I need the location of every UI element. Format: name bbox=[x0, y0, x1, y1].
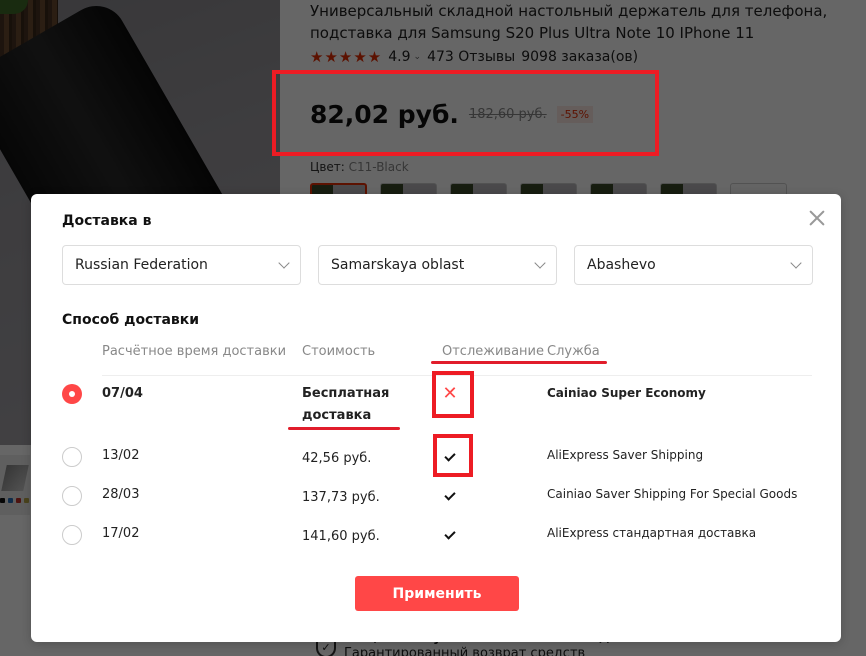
location-selects: Russian Federation Samarskaya oblast Aba… bbox=[62, 245, 813, 285]
shipping-cost: 42,56 руб. bbox=[302, 451, 372, 466]
shipping-option-row[interactable]: 07/04 Бесплатная доставка ✕ Cainiao Supe… bbox=[31, 376, 841, 423]
shipping-service: AliExpress стандартная доставка bbox=[547, 526, 757, 540]
shipping-service: AliExpress Saver Shipping bbox=[547, 448, 704, 462]
column-header-service: Служба bbox=[547, 344, 600, 359]
shipping-cost: Бесплатная доставка bbox=[302, 386, 390, 423]
delivery-date: 17/02 bbox=[102, 526, 140, 541]
radio-unselected[interactable] bbox=[62, 447, 82, 467]
city-select[interactable]: Abashevo bbox=[574, 245, 813, 285]
shipping-service: Cainiao Super Economy bbox=[547, 386, 706, 400]
column-header-cost: Стоимость bbox=[302, 344, 376, 359]
tracking-available-icon bbox=[440, 526, 460, 541]
delivery-date: 07/04 bbox=[102, 386, 143, 401]
chevron-down-icon bbox=[278, 257, 290, 269]
delivery-date: 28/03 bbox=[102, 487, 140, 502]
shipping-cost: 141,60 руб. bbox=[302, 529, 380, 544]
radio-unselected[interactable] bbox=[62, 486, 82, 506]
chevron-down-icon bbox=[790, 257, 802, 269]
country-select-value: Russian Federation bbox=[75, 257, 208, 273]
country-select[interactable]: Russian Federation bbox=[62, 245, 301, 285]
radio-selected[interactable] bbox=[62, 384, 82, 404]
region-select[interactable]: Samarskaya oblast bbox=[318, 245, 557, 285]
tracking-unavailable-icon: ✕ bbox=[442, 383, 458, 404]
region-select-value: Samarskaya oblast bbox=[331, 257, 465, 273]
city-select-value: Abashevo bbox=[587, 257, 656, 273]
column-header-tracking: Отслеживание bbox=[442, 344, 544, 359]
delivery-to-title: Доставка в bbox=[62, 213, 152, 229]
shipping-method-title: Способ доставки bbox=[62, 312, 200, 328]
annotation-underline-header bbox=[431, 361, 607, 364]
column-header-time: Расчётное время доставки bbox=[102, 344, 287, 359]
close-icon[interactable] bbox=[807, 208, 827, 228]
apply-button[interactable]: Применить bbox=[355, 576, 519, 611]
shipping-cost: 137,73 руб. bbox=[302, 490, 380, 505]
tracking-available-icon bbox=[440, 487, 460, 502]
shipping-option-row[interactable]: 13/02 42,56 руб. AliExpress Saver Shippi… bbox=[31, 440, 841, 480]
tracking-available-icon bbox=[440, 448, 460, 463]
radio-unselected[interactable] bbox=[62, 525, 82, 545]
shipping-modal: Доставка в Russian Federation Samarskaya… bbox=[31, 194, 841, 642]
shipping-option-row[interactable]: 28/03 137,73 руб. Cainiao Saver Shipping… bbox=[31, 479, 841, 519]
shipping-option-row[interactable]: 17/02 141,60 руб. AliExpress стандартная… bbox=[31, 518, 841, 558]
annotation-underline-free-shipping bbox=[288, 427, 400, 430]
delivery-date: 13/02 bbox=[102, 448, 140, 463]
chevron-down-icon bbox=[534, 257, 546, 269]
shipping-service: Cainiao Saver Shipping For Special Goods bbox=[547, 487, 798, 501]
